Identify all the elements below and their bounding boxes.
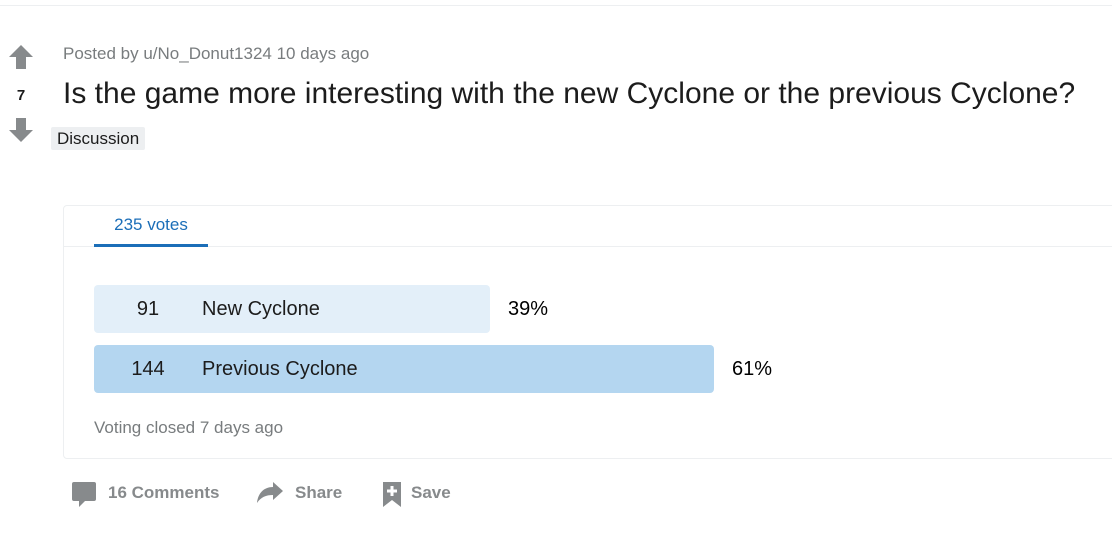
upvote-arrow-icon[interactable]: [8, 44, 34, 70]
save-button[interactable]: Save: [378, 477, 468, 509]
share-label: Share: [295, 483, 343, 502]
vote-score: 7: [16, 87, 26, 104]
tab-votes[interactable]: 235 votes: [94, 206, 208, 247]
poll-option-label: Previous Cyclone: [202, 358, 358, 380]
poll-container: 235 votes 91 New Cyclone 39% 144 Previou…: [63, 205, 1112, 459]
comments-button[interactable]: 16 Comments: [70, 477, 230, 509]
poll-option: 144 Previous Cyclone 61%: [94, 345, 772, 393]
share-arrow-icon: [257, 482, 283, 503]
poll-option-count: 144: [131, 358, 165, 380]
poll-status: Voting closed 7 days ago: [94, 418, 284, 437]
post-byline[interactable]: Posted by u/No_Donut1324 10 days ago: [63, 44, 369, 64]
poll-option-percent: 61%: [732, 358, 773, 380]
poll-option-percent: 39%: [508, 298, 549, 320]
top-divider: [0, 5, 1112, 6]
post-title[interactable]: Is the game more interesting with the ne…: [63, 77, 1075, 111]
poll-option: 91 New Cyclone 39%: [94, 285, 548, 333]
flair-badge[interactable]: Discussion: [51, 127, 146, 150]
poll-option-label: New Cyclone: [202, 298, 320, 320]
save-label: Save: [411, 483, 451, 502]
downvote-arrow-icon[interactable]: [8, 117, 34, 143]
poll-tab-bar: 235 votes: [64, 206, 1112, 247]
comment-bubble-icon: [72, 482, 96, 507]
comments-label: 16 Comments: [108, 483, 220, 502]
bookmark-plus-icon: [383, 482, 401, 507]
share-button[interactable]: Share: [256, 477, 346, 509]
poll-option-count: 91: [136, 298, 160, 320]
